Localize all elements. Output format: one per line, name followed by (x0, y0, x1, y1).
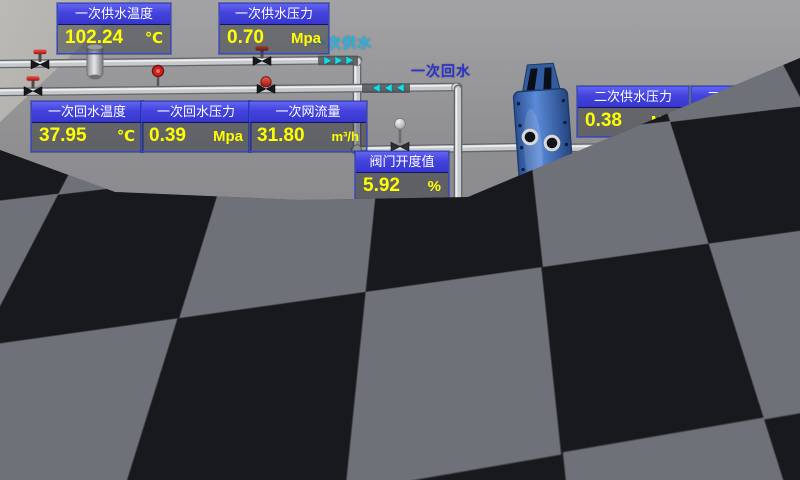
gauge-value: 37.95 (39, 124, 87, 148)
gauge-value: 1.10 (37, 321, 74, 345)
tank-manhole (12, 387, 54, 429)
circulation-pump-1[interactable] (410, 223, 482, 299)
gauge-primary-return-pressure: 一次回水压力 0.39 Mpa (141, 101, 251, 152)
equipment-layer (0, 0, 800, 480)
gauge-value: 0.27 (585, 265, 622, 289)
gauge-secondary-supply-temperature: 二次供水温度 40.70 ℃ (691, 86, 800, 137)
gauge-label: 二次回水温度 (694, 243, 800, 264)
gauge-valve-opening: 阀门开度值 5.92% (355, 151, 449, 202)
gauge-label: 补水泵频率 (276, 374, 372, 395)
hx-port (545, 136, 559, 150)
gauge-secondary-return-pressure: 二次回水压力 0.27 Mpa (577, 242, 689, 293)
pipe-label-secondary-supply: 二次供水 (699, 156, 759, 176)
gauge-value: 102.24 (65, 26, 123, 50)
pipe-label-makeup-water: 补水 (577, 396, 607, 416)
gauge-primary-supply-pressure: 一次供水压力 0.70 Mpa (219, 3, 329, 54)
tank-manhole (64, 392, 106, 434)
makeup-pump-1[interactable] (224, 301, 283, 367)
gauge-unit: ℃ (117, 126, 135, 148)
gauge-secondary-supply-pressure: 二次供水压力 0.38 Mpa (577, 86, 689, 137)
gauge-label: 阀门开度值 (356, 152, 448, 173)
pipe-secondary-supply (560, 144, 800, 149)
flow-arrows-primary-supply (318, 56, 358, 66)
gauge-unit: Hz (347, 398, 365, 420)
hx-port (552, 203, 564, 215)
gauge-primary-supply-temperature: 一次供水温度 102.24 ℃ (57, 3, 171, 54)
gauge-value: 0.38 (585, 109, 622, 133)
pipe-label-secondary-return: 二次回水 (711, 308, 771, 328)
gauge-primary-network-flow: 一次网流量 31.80 m³/h (249, 101, 367, 152)
gauge-label: 一次回水温度 (32, 102, 142, 123)
gauge-unit: Mpa (651, 267, 681, 289)
gauge-label: 一次供水压力 (220, 4, 328, 25)
gauge-primary-return-temperature: 一次回水温度 37.95 ℃ (31, 101, 143, 152)
hx-port (523, 130, 537, 144)
gauge-unit: Mpa (213, 126, 243, 148)
gauge-label: 一次网流量 (250, 102, 366, 123)
gauge-unit: ℃ (775, 267, 793, 289)
gauge-value: 36.63 (701, 265, 749, 289)
gauge-unit: m³ (117, 323, 135, 345)
pipe-label-primary-return: 一次回水 (411, 61, 471, 81)
flow-arrows-primary-return (362, 83, 410, 93)
gauge-unit: Mpa (291, 28, 321, 50)
gauge-label: 二次供水温度 (692, 87, 800, 108)
gauge-label: 一次供水温度 (58, 4, 170, 25)
flow-arrows-secondary-supply (688, 141, 726, 150)
gauge-value: 0.70 (227, 26, 264, 50)
gauge-value: 40.70 (699, 109, 747, 133)
hx-port (531, 199, 543, 211)
hmi-scene: 一次供水 一次回水 二次供水 二次回水 补水 一次供水温度 102.24℃ 一次… (0, 0, 800, 480)
gauge-label: 二次回水压力 (578, 243, 688, 264)
gauge-makeup-pump-frequency: 补水泵频率 33.88 Hz (275, 373, 373, 424)
gauge-label: 二次供水压力 (578, 87, 688, 108)
gauge-label: 水箱液位高度 (30, 299, 142, 320)
gauge-unit: ℃ (775, 111, 793, 133)
gauge-unit: % (428, 176, 441, 198)
gauge-value: 31.80 (257, 124, 305, 148)
gauge-unit: Mpa (651, 111, 681, 133)
flow-arrows-makeup-water (541, 391, 579, 401)
gauge-value: 0.39 (149, 124, 186, 148)
pressure-gauge-icon (152, 65, 163, 86)
gauge-tank-level: 水箱液位高度 1.10 m³ (29, 298, 143, 349)
gauge-value: 33.88 (283, 396, 331, 420)
gauge-secondary-return-temperature: 二次回水温度 36.63 ℃ (693, 242, 800, 293)
gauge-label: 一次回水压力 (142, 102, 250, 123)
gauge-unit: m³/h (332, 126, 359, 148)
gauge-value: 5.92 (363, 174, 400, 198)
gauge-unit: ℃ (145, 28, 163, 50)
